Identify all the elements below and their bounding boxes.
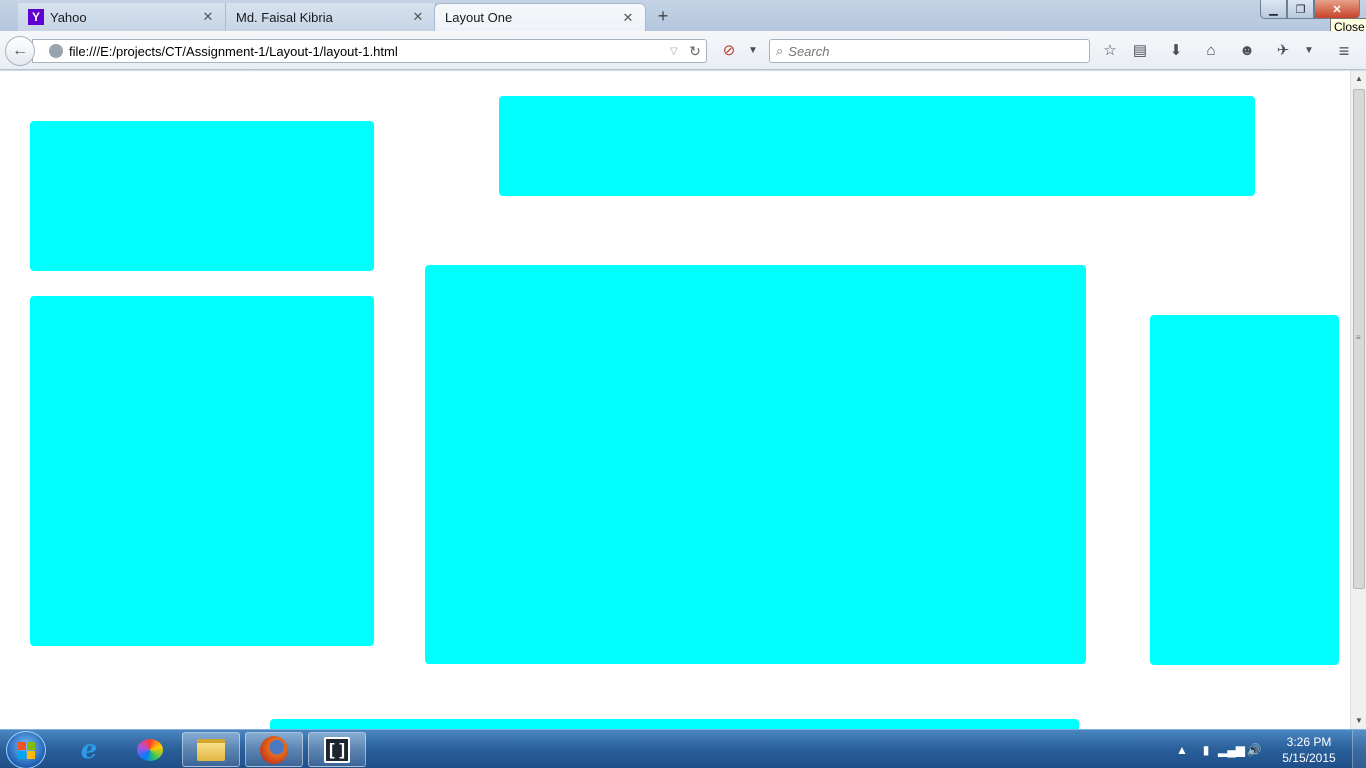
firefox-icon xyxy=(260,735,288,764)
left-tall-box xyxy=(30,296,374,646)
home-icon[interactable]: ⌂ xyxy=(1200,41,1222,61)
paint-icon xyxy=(137,738,163,761)
volume-icon[interactable]: 🔊 xyxy=(1242,743,1266,757)
menu-icon[interactable]: ≡ xyxy=(1333,41,1355,61)
new-tab-button[interactable]: + xyxy=(652,6,674,28)
taskbar-paint[interactable] xyxy=(121,732,179,767)
yahoo-icon: Y xyxy=(28,9,44,25)
tab-close-icon[interactable]: ✕ xyxy=(621,10,635,26)
device-icon[interactable]: ▮ xyxy=(1194,743,1218,757)
reading-list-icon[interactable]: ▤ xyxy=(1129,41,1151,61)
windows-taskbar: e [ ] ▲ ▮ ▂▄▆ 🔊 3:26 PM 5/15/2015 xyxy=(0,729,1366,768)
tab-title: Md. Faisal Kibria xyxy=(236,9,333,25)
taskbar-internet-explorer[interactable]: e xyxy=(60,732,118,767)
scroll-thumb[interactable]: ≡ xyxy=(1353,89,1365,589)
back-button[interactable]: ← xyxy=(5,36,35,66)
show-hidden-icons-icon[interactable]: ▲ xyxy=(1170,743,1194,757)
top-left-box xyxy=(30,121,374,271)
minimize-button[interactable]: ▁ xyxy=(1260,0,1287,19)
extension-dropdown-icon[interactable]: ▼ xyxy=(1298,41,1320,61)
extension-icon[interactable]: ✈ xyxy=(1272,41,1294,61)
page-viewport xyxy=(0,71,1350,729)
network-signal-icon[interactable]: ▂▄▆ xyxy=(1218,743,1245,757)
bookmark-star-icon[interactable]: ☆ xyxy=(1099,41,1121,61)
reload-icon[interactable]: ↻ xyxy=(684,43,706,60)
system-tray: ▲ ▮ ▂▄▆ 🔊 3:26 PM 5/15/2015 xyxy=(1170,730,1366,768)
taskbar-brackets[interactable]: [ ] xyxy=(308,732,366,767)
tab-title: Layout One xyxy=(445,10,513,25)
clock-date: 5/15/2015 xyxy=(1282,750,1336,765)
clock-time: 3:26 PM xyxy=(1286,734,1332,749)
tab-yahoo[interactable]: Y Yahoo ✕ xyxy=(18,3,226,31)
close-window-button[interactable]: ✕ xyxy=(1314,0,1360,19)
taskbar-firefox[interactable] xyxy=(245,732,303,767)
search-icon: ⌕ xyxy=(776,43,784,58)
restore-button[interactable]: ❐ xyxy=(1287,0,1314,19)
taskbar-file-explorer[interactable] xyxy=(182,732,240,767)
window-controls: ▁ ❐ ✕ xyxy=(1260,0,1360,19)
internet-explorer-icon: e xyxy=(80,734,98,765)
scroll-down-arrow-icon[interactable]: ▼ xyxy=(1351,713,1366,729)
right-side-box xyxy=(1150,315,1339,665)
tab-close-icon[interactable]: ✕ xyxy=(411,9,425,25)
search-bar[interactable]: ⌕ xyxy=(769,39,1090,63)
tab-layout-one[interactable]: Layout One ✕ xyxy=(434,3,646,31)
navigation-bar: file:///E:/projects/CT/Assignment-1/Layo… xyxy=(0,31,1366,70)
start-button[interactable] xyxy=(6,731,46,768)
download-icon[interactable]: ⬇ xyxy=(1165,41,1187,61)
scroll-up-arrow-icon[interactable]: ▲ xyxy=(1351,71,1366,87)
tab-strip: Y Yahoo ✕ Md. Faisal Kibria ✕ Layout One… xyxy=(0,0,1366,31)
site-identity-icon[interactable] xyxy=(49,44,63,58)
tab-faisal-kibria[interactable]: Md. Faisal Kibria ✕ xyxy=(226,3,436,31)
dropdown-icon[interactable]: ▼ xyxy=(742,41,764,61)
bottom-box xyxy=(270,719,1079,729)
grip-icon: ≡ xyxy=(1356,333,1361,342)
main-center-box xyxy=(425,265,1086,664)
system-clock[interactable]: 3:26 PM 5/15/2015 xyxy=(1266,734,1352,766)
url-text[interactable]: file:///E:/projects/CT/Assignment-1/Layo… xyxy=(69,44,670,59)
blocked-content-icon[interactable]: ⊘ xyxy=(718,41,740,61)
url-history-dropdown-icon[interactable]: ▽ xyxy=(670,46,684,57)
vertical-scrollbar[interactable]: ▲ ≡ ▼ xyxy=(1350,71,1366,729)
brackets-icon: [ ] xyxy=(324,736,350,763)
tab-title: Yahoo xyxy=(50,9,87,25)
top-banner-box xyxy=(499,96,1255,196)
address-bar[interactable]: file:///E:/projects/CT/Assignment-1/Layo… xyxy=(32,39,707,63)
search-input[interactable] xyxy=(788,43,1089,59)
chat-icon[interactable]: ☻ xyxy=(1236,41,1258,61)
file-explorer-icon xyxy=(197,738,225,761)
windows-logo-icon xyxy=(18,742,35,759)
show-desktop-button[interactable] xyxy=(1352,730,1366,768)
back-arrow-icon: ← xyxy=(12,42,28,59)
tab-close-icon[interactable]: ✕ xyxy=(201,9,215,25)
